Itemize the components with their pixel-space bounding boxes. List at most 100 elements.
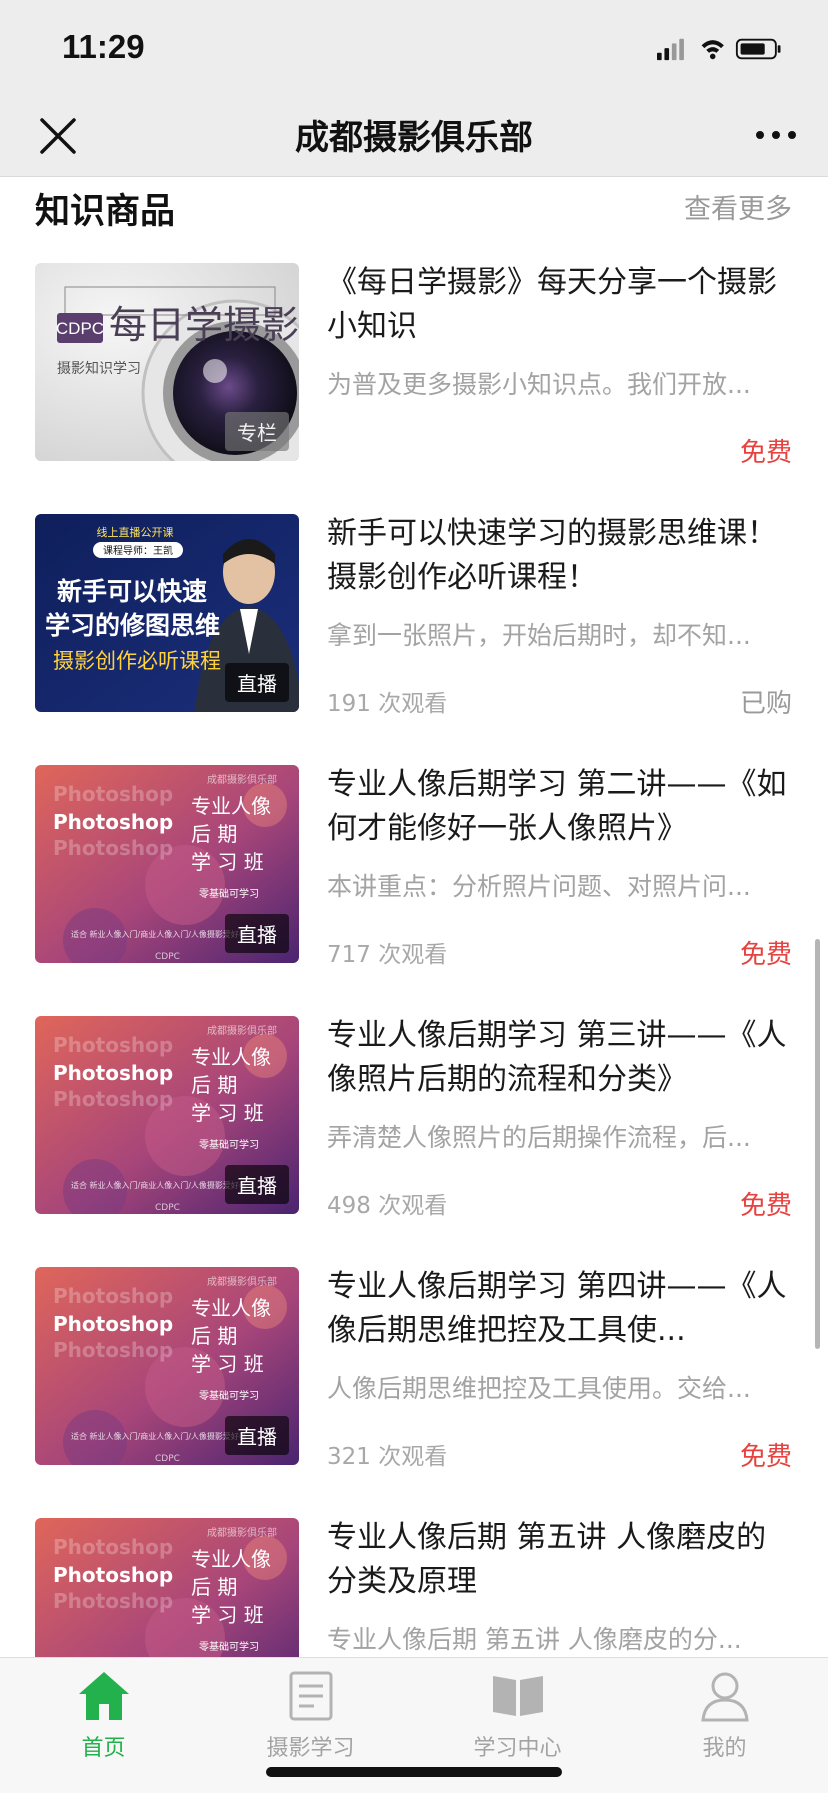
thumb-line2: 后 期 [191, 822, 237, 846]
thumb-ps-ghost: Photoshop [53, 782, 173, 806]
thumb-club: 成都摄影俱乐部 [207, 773, 277, 786]
tab-label: 首页 [81, 1736, 126, 1761]
product-desc: 拿到一张照片，开始后期时，却不知... [327, 621, 751, 650]
photoshop-course-illustration: PhotoshopPhotoshopPhotoshop成都摄影俱乐部专业人像后 … [35, 1518, 299, 1657]
product-info: 专业人像后期学习 第四讲——《人像后期思维把控及工具使... 人像后期思维把控及… [327, 1267, 792, 1472]
signal-icon [657, 38, 684, 61]
thumb-sub: 摄影知识学习 [57, 360, 141, 377]
product-item[interactable]: Photoshop Photoshop Photoshop 成都摄影俱乐部 专业人像后 … [35, 1518, 792, 1657]
price-label: 免费 [739, 1191, 792, 1221]
thumb-line1: 专业人像 [191, 1547, 271, 1571]
product-info: 专业人像后期 第五讲 人像磨皮的分类及原理 专业人像后期 第五讲 人像磨皮的分.… [327, 1518, 792, 1657]
thumb-foot: 适合 新业人像入门/商业人像入门/人像摄影爱好者 [71, 1431, 247, 1441]
product-title: 专业人像后期学习 第三讲——《人像照片后期的流程和分类》 [327, 1018, 787, 1097]
thumb-logo: CDPC [155, 1454, 180, 1464]
thumb-line2: 后 期 [191, 1575, 237, 1599]
product-title: 新手可以快速学习的摄影思维课！摄影创作必听课程！ [327, 516, 777, 595]
thumb-line2: 学习的修图思维 [45, 611, 220, 640]
thumb-foot: 适合 新业人像入门/商业人像入门/人像摄影爱好者 [71, 1180, 247, 1190]
thumb-line3: 学 习 班 [191, 850, 264, 874]
type-badge: 直播 [225, 1165, 289, 1204]
thumb-ps: Photoshop [53, 810, 173, 834]
page-title: 成都摄影俱乐部 [295, 118, 533, 158]
product-item[interactable]: CDPC 每日学摄影 摄影知识学习 专栏 《每日学摄影》每天分享一个摄影小知识 … [35, 263, 792, 468]
product-thumbnail: Photoshop Photoshop Photoshop 成都摄影俱乐部 专业人像后 … [35, 765, 299, 963]
nav-bar: 成都摄影俱乐部 [0, 100, 828, 177]
price-label: 免费 [739, 1442, 792, 1472]
product-title: 专业人像后期学习 第四讲——《人像后期思维把控及工具使... [327, 1269, 787, 1348]
thumb-line3: 摄影创作必听课程 [53, 649, 221, 673]
type-badge: 直播 [225, 914, 289, 953]
status-bar: 11:29 [0, 0, 828, 100]
thumb-logo: CDPC [155, 952, 180, 962]
product-desc: 弄清楚人像照片的后期操作流程，后... [327, 1123, 751, 1152]
view-count: 321 次观看 [327, 1444, 448, 1470]
product-title: 专业人像后期 第五讲 人像磨皮的分类及原理 [327, 1520, 767, 1599]
product-thumbnail: Photoshop Photoshop Photoshop 成都摄影俱乐部 专业人像后 … [35, 1267, 299, 1465]
thumb-line1: 专业人像 [191, 1296, 271, 1320]
thumb-ps-ghost: Photoshop [53, 1338, 173, 1362]
type-badge: 直播 [225, 1416, 289, 1455]
thumb-ps-ghost: Photoshop [53, 1535, 173, 1559]
thumb-ps: Photoshop [53, 1312, 173, 1336]
thumb-top2: 课程导师：王凯 [103, 544, 173, 557]
type-badge: 专栏 [225, 412, 289, 451]
notes-icon [289, 1671, 332, 1721]
thumb-line3: 学 习 班 [191, 1101, 264, 1125]
thumb-brand: CDPC [56, 319, 104, 338]
product-info: 《每日学摄影》每天分享一个摄影小知识 为普及更多摄影小知识点。我们开放... 免… [327, 263, 792, 468]
status-icons [657, 38, 781, 61]
thumb-line1: 专业人像 [191, 794, 271, 818]
thumb-line3: 学 习 班 [191, 1352, 264, 1376]
thumb-headline: 每日学摄影 [109, 303, 299, 347]
product-item[interactable]: Photoshop Photoshop Photoshop 成都摄影俱乐部 专业人像后 … [35, 1267, 792, 1472]
product-thumbnail: Photoshop Photoshop Photoshop 成都摄影俱乐部 专业人像后 … [35, 1016, 299, 1214]
product-thumbnail: Photoshop Photoshop Photoshop 成都摄影俱乐部 专业人像后 … [35, 1518, 299, 1657]
profile-icon [700, 1672, 749, 1722]
thumb-line3: 学 习 班 [191, 1603, 264, 1627]
thumb-ps: Photoshop [53, 1563, 173, 1587]
scrollbar[interactable] [815, 939, 820, 1349]
thumb-top1: 线上直播公开课 [97, 525, 174, 539]
thumb-line2: 后 期 [191, 1324, 237, 1348]
product-desc: 专业人像后期 第五讲 人像磨皮的分... [327, 1625, 742, 1654]
section-header: 知识商品 查看更多 [35, 183, 792, 233]
product-info: 专业人像后期学习 第二讲——《如何才能修好一张人像照片》 本讲重点：分析照片问题… [327, 765, 792, 970]
tab-label: 学习中心 [473, 1736, 562, 1761]
thumb-ps-ghost: Photoshop [53, 1589, 173, 1613]
tab-label: 我的 [702, 1736, 747, 1761]
thumb-ps: Photoshop [53, 1061, 173, 1085]
product-title: 《每日学摄影》每天分享一个摄影小知识 [327, 265, 777, 344]
view-count: 498 次观看 [327, 1193, 448, 1219]
price-label: 免费 [739, 940, 792, 970]
type-badge: 直播 [225, 663, 289, 702]
product-info: 专业人像后期学习 第三讲——《人像照片后期的流程和分类》 弄清楚人像照片的后期操… [327, 1016, 792, 1221]
product-item[interactable]: 线上直播公开课 课程导师：王凯 新手可以快速 学习的修图思维 摄影创作必听课程 … [35, 514, 792, 719]
product-desc: 本讲重点：分析照片问题、对照片问... [327, 872, 751, 901]
home-indicator [266, 1767, 562, 1777]
thumb-line1: 新手可以快速 [57, 577, 207, 606]
product-title: 专业人像后期学习 第二讲——《如何才能修好一张人像照片》 [327, 767, 787, 846]
home-icon [78, 1672, 129, 1720]
thumb-ps-ghost: Photoshop [53, 1033, 173, 1057]
thumb-logo: CDPC [155, 1203, 180, 1213]
product-thumbnail: CDPC 每日学摄影 摄影知识学习 专栏 [35, 263, 299, 461]
view-more-link[interactable]: 查看更多 [684, 187, 792, 226]
more-icon[interactable] [752, 120, 800, 150]
thumb-sub: 零基础可学习 [199, 1138, 259, 1151]
thumb-ps-ghost: Photoshop [53, 1284, 173, 1308]
thumb-line1: 专业人像 [191, 1045, 271, 1069]
thumb-ps-ghost: Photoshop [53, 1087, 173, 1111]
tab-home[interactable]: 首页 [0, 1658, 207, 1793]
content-scroll[interactable]: 知识商品 查看更多 CDPC 每日学摄影 摄影知识学习 专栏 《每日学摄影》每天… [0, 177, 828, 1657]
thumb-club: 成都摄影俱乐部 [207, 1024, 277, 1037]
product-desc: 人像后期思维把控及工具使用。交给... [327, 1374, 751, 1403]
view-count: 717 次观看 [327, 942, 448, 968]
thumb-club: 成都摄影俱乐部 [207, 1275, 277, 1288]
thumb-sub: 零基础可学习 [199, 887, 259, 900]
product-item[interactable]: Photoshop Photoshop Photoshop 成都摄影俱乐部 专业人像后 … [35, 1016, 792, 1221]
thumb-line2: 后 期 [191, 1073, 237, 1097]
product-item[interactable]: Photoshop Photoshop Photoshop 成都摄影俱乐部 专业人像后 … [35, 765, 792, 970]
tab-profile[interactable]: 我的 [621, 1658, 828, 1793]
price-label: 已购 [739, 689, 792, 719]
